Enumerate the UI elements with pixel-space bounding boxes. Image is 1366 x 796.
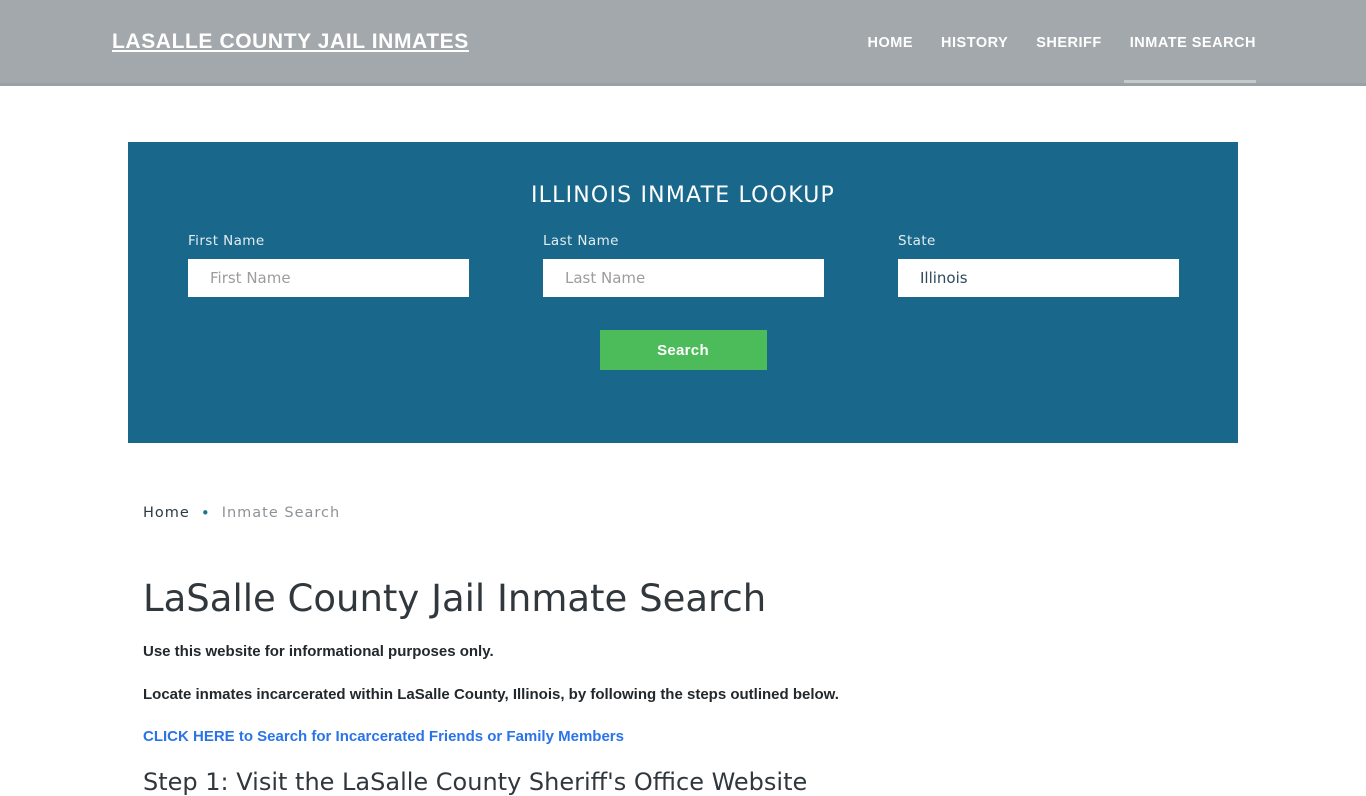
nav-item-inmate-search[interactable]: INMATE SEARCH (1116, 0, 1257, 86)
inmate-lookup-panel: ILLINOIS INMATE LOOKUP First Name Last N… (128, 142, 1238, 443)
first-name-label: First Name (188, 233, 265, 249)
nav-item-home[interactable]: HOME (854, 0, 928, 86)
search-button-wrap: Search (128, 330, 1238, 370)
first-name-input[interactable] (188, 259, 469, 297)
nav-item-sheriff[interactable]: SHERIFF (1022, 0, 1116, 86)
main-content: Home • Inmate Search LaSalle County Jail… (143, 505, 1243, 796)
last-name-label: Last Name (543, 233, 619, 249)
intro-paragraph-2: Locate inmates incarcerated within LaSal… (143, 686, 839, 704)
site-brand[interactable]: LASALLE COUNTY JAIL INMATES (112, 30, 469, 54)
intro-paragraph-1: Use this website for informational purpo… (143, 643, 494, 660)
state-label: State (898, 233, 936, 249)
main-navigation: HOME HISTORY SHERIFF INMATE SEARCH (854, 0, 1257, 86)
page-title: LaSalle County Jail Inmate Search (143, 577, 767, 620)
site-header: LASALLE COUNTY JAIL INMATES HOME HISTORY… (0, 0, 1366, 86)
lookup-form-row: First Name Last Name State (128, 233, 1238, 308)
last-name-field-group: Last Name (543, 233, 824, 297)
breadcrumb: Home • Inmate Search (143, 505, 1243, 521)
inmate-search-cta-link[interactable]: CLICK HERE to Search for Incarcerated Fr… (143, 728, 624, 745)
breadcrumb-separator-icon: • (200, 503, 211, 522)
breadcrumb-home[interactable]: Home (143, 505, 190, 521)
first-name-field-group: First Name (188, 233, 469, 297)
state-field-group: State (898, 233, 1179, 297)
nav-item-history[interactable]: HISTORY (927, 0, 1022, 86)
last-name-input[interactable] (543, 259, 824, 297)
lookup-title: ILLINOIS INMATE LOOKUP (530, 183, 836, 208)
step-1-heading: Step 1: Visit the LaSalle County Sheriff… (143, 767, 808, 796)
breadcrumb-current: Inmate Search (221, 505, 341, 521)
search-button[interactable]: Search (599, 330, 767, 370)
state-input[interactable] (898, 259, 1179, 297)
